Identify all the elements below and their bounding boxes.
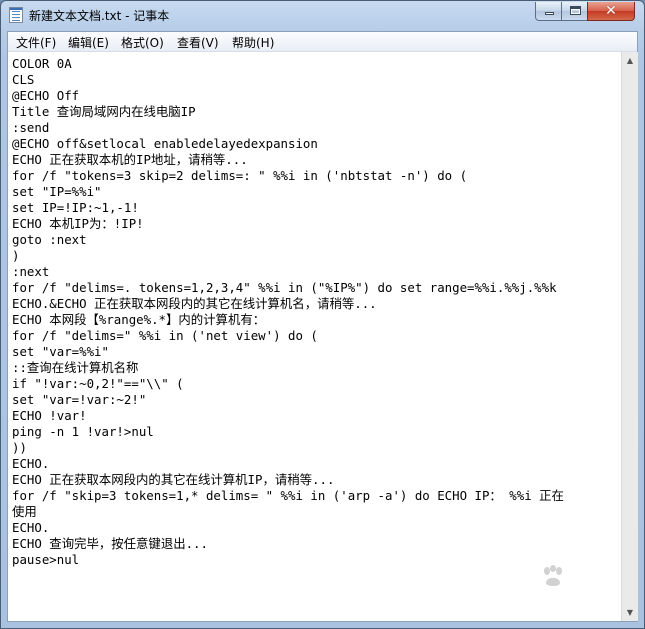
maximize-button[interactable] xyxy=(561,2,588,21)
vertical-scrollbar[interactable]: ▲ ▼ xyxy=(621,52,638,621)
scroll-up-icon[interactable]: ▲ xyxy=(622,52,638,69)
menu-format[interactable]: 格式(O) xyxy=(121,34,164,51)
minimize-icon xyxy=(545,12,554,15)
minimize-button[interactable] xyxy=(535,2,562,21)
menu-file[interactable]: 文件(F) xyxy=(16,34,56,51)
editor-content[interactable]: COLOR 0A CLS @ECHO Off Title 查询局域网内在线电脑I… xyxy=(8,52,621,568)
notepad-icon[interactable] xyxy=(9,7,23,23)
client-area: 文件(F) 编辑(E) 格式(O) 查看(V) 帮助(H) COLOR 0A C… xyxy=(7,31,638,622)
scroll-down-icon[interactable]: ▼ xyxy=(622,604,638,621)
notepad-window: 新建文本文档.txt - 记事本 ✕ 文件(F) 编辑(E) 格式(O) 查看(… xyxy=(0,0,645,629)
window-title: 新建文本文档.txt - 记事本 xyxy=(29,9,170,23)
title-bar[interactable]: 新建文本文档.txt - 记事本 ✕ xyxy=(1,1,644,31)
menu-edit[interactable]: 编辑(E) xyxy=(68,34,109,51)
menu-bar: 文件(F) 编辑(E) 格式(O) 查看(V) 帮助(H) xyxy=(8,32,637,52)
close-button[interactable]: ✕ xyxy=(587,2,635,21)
maximize-icon xyxy=(570,6,581,15)
menu-help[interactable]: 帮助(H) xyxy=(232,34,274,51)
close-icon: ✕ xyxy=(605,3,617,19)
text-editor[interactable]: COLOR 0A CLS @ECHO Off Title 查询局域网内在线电脑I… xyxy=(8,52,621,621)
menu-view[interactable]: 查看(V) xyxy=(177,34,219,51)
